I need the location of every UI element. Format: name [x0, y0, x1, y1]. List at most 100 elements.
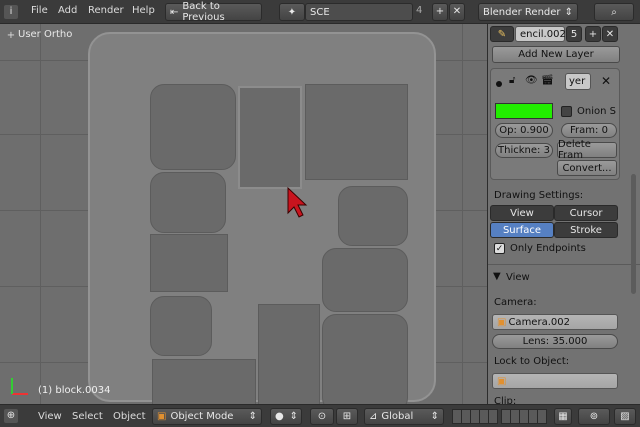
convert-button[interactable]: Convert...: [557, 160, 617, 176]
render-icon: ▨: [620, 411, 630, 422]
pivot-icon: ⊙: [317, 411, 327, 422]
block[interactable]: [150, 296, 212, 356]
grease-pencil-panel: ✎ encil.002 5 + ✕ Add New Layer 🔓︎ 👁︎ 🎬︎…: [487, 24, 640, 404]
draw-stroke-button[interactable]: Stroke: [554, 222, 618, 238]
menu-select[interactable]: Select: [72, 411, 103, 422]
camera-icon[interactable]: 🎬︎: [541, 75, 554, 86]
search-icon: ⌕: [611, 6, 617, 18]
block[interactable]: [322, 314, 408, 404]
opacity-slider[interactable]: Op: 0.900: [495, 123, 553, 138]
view-toggle-icon[interactable]: +: [6, 29, 16, 41]
camera-field[interactable]: ▣ Camera.002: [492, 314, 618, 330]
onion-skin-checkbox[interactable]: [561, 106, 572, 117]
object-mode-icon: ▣: [157, 411, 167, 422]
menu-object[interactable]: Object: [113, 411, 146, 422]
dropdown-arrows-icon: ⇕: [289, 411, 298, 422]
block[interactable]: [238, 86, 302, 189]
pivot-dropdown[interactable]: ⊙: [310, 408, 334, 425]
search-button[interactable]: ⌕: [594, 3, 634, 21]
scene-name-field[interactable]: SCE: [305, 3, 413, 21]
render-engine-value: Blender Render: [483, 6, 561, 18]
back-to-previous-button[interactable]: ⇤ Back to Previous: [165, 1, 262, 23]
panel-scrollbar[interactable]: [631, 174, 636, 294]
mode-dropdown[interactable]: ▣ Object Mode ⇕: [152, 408, 262, 425]
3d-viewport[interactable]: User Ortho + (1) block.0034: [0, 24, 487, 404]
eye-icon[interactable]: 👁︎: [525, 75, 538, 86]
orientation-icon: ⊿: [369, 411, 378, 422]
viewport-view-label: User Ortho: [18, 29, 73, 40]
block[interactable]: [322, 248, 408, 312]
layer-buttons[interactable]: [501, 409, 547, 424]
render-engine-dropdown[interactable]: Blender Render ⇕: [478, 3, 578, 21]
delete-frame-button[interactable]: Delete Fram: [557, 139, 617, 161]
block[interactable]: [152, 359, 256, 404]
editor-type-icon[interactable]: ⊕: [4, 409, 18, 423]
lock-icon[interactable]: 🔓︎: [509, 75, 515, 86]
lock-to-object-field[interactable]: ▣: [492, 373, 618, 389]
onion-skin-label: Onion S: [577, 106, 616, 117]
3d-view-header: ⊕ View Select Object ▣ Object Mode ⇕ ● ⇕…: [0, 404, 640, 427]
object-icon: ▣: [497, 316, 507, 328]
grid-line: [462, 24, 463, 404]
3d-cursor-arrow-icon: [287, 186, 308, 218]
menu-render[interactable]: Render: [88, 5, 124, 16]
scene-type-icon[interactable]: ✦: [279, 3, 305, 21]
draw-surface-button[interactable]: Surface: [490, 222, 554, 238]
block[interactable]: [150, 234, 228, 292]
snap-element-dropdown[interactable]: ⊚: [578, 408, 610, 425]
view-section-toggle-icon[interactable]: ▼: [493, 271, 501, 282]
add-scene-icon[interactable]: +: [432, 3, 448, 21]
menu-help[interactable]: Help: [132, 5, 155, 16]
section-divider: [488, 264, 640, 265]
add-datablock-icon[interactable]: +: [585, 26, 601, 42]
datablock-users-count: 5: [566, 26, 582, 42]
menu-add[interactable]: Add: [58, 5, 77, 16]
pencil-icon: ✎: [497, 28, 507, 40]
snap-icon: ⊚: [589, 411, 599, 422]
block[interactable]: [150, 84, 236, 170]
delete-scene-icon[interactable]: ✕: [449, 3, 465, 21]
grease-pencil-icon[interactable]: ✎: [490, 26, 514, 42]
add-new-layer-button[interactable]: Add New Layer: [492, 46, 620, 63]
menu-view[interactable]: View: [38, 411, 62, 422]
dropdown-arrows-icon: ⇕: [564, 6, 573, 18]
lock-icon: ▦: [558, 411, 568, 422]
lens-field[interactable]: Lens: 35.000: [492, 334, 618, 349]
block[interactable]: [305, 84, 408, 180]
layer-color-swatch[interactable]: [495, 103, 553, 119]
block[interactable]: [338, 186, 408, 246]
thickness-field[interactable]: Thickne: 3: [495, 143, 553, 158]
render-preview-toggle[interactable]: ▨: [614, 408, 636, 425]
clip-label: Clip:: [494, 396, 517, 404]
drawing-settings-label: Drawing Settings:: [494, 190, 584, 201]
orientation-dropdown[interactable]: ⊿ Global ⇕: [364, 408, 444, 425]
manipulator-toggle[interactable]: ⊞: [336, 408, 358, 425]
datablock-name-field[interactable]: encil.002: [515, 26, 566, 42]
draw-cursor-button[interactable]: Cursor: [554, 205, 618, 221]
board-outline: [88, 32, 436, 404]
only-endpoints-label: Only Endpoints: [510, 243, 586, 254]
menu-file[interactable]: File: [31, 5, 48, 16]
remove-layer-icon[interactable]: ✕: [601, 74, 611, 88]
block[interactable]: [258, 304, 320, 404]
draw-view-button[interactable]: View: [490, 205, 554, 221]
block[interactable]: [150, 172, 226, 233]
manipulator-icon: ⊞: [342, 411, 352, 422]
active-object-label: (1) block.0034: [38, 385, 111, 396]
only-endpoints-checkbox[interactable]: ✓: [494, 243, 505, 254]
unlink-datablock-icon[interactable]: ✕: [602, 26, 618, 42]
editor-type-icon[interactable]: i: [4, 5, 18, 19]
layer-active-dot-icon[interactable]: [496, 81, 502, 87]
frame-field[interactable]: Fram: 0: [561, 123, 617, 138]
dropdown-arrows-icon: ⇕: [248, 411, 257, 422]
view-section-title[interactable]: View: [506, 272, 530, 283]
shading-dropdown[interactable]: ● ⇕: [270, 408, 302, 425]
layer-buttons[interactable]: [452, 409, 498, 424]
back-to-previous-label: Back to Previous: [182, 1, 225, 23]
blender-window: i File Add Render Help ⇤ Back to Previou…: [0, 0, 640, 427]
object-icon: ▣: [497, 375, 507, 387]
layer-name-field[interactable]: yer: [565, 73, 591, 90]
lock-camera-toggle[interactable]: ▦: [554, 408, 572, 425]
grid-line: [40, 24, 41, 404]
back-icon: ⇤: [170, 6, 179, 18]
